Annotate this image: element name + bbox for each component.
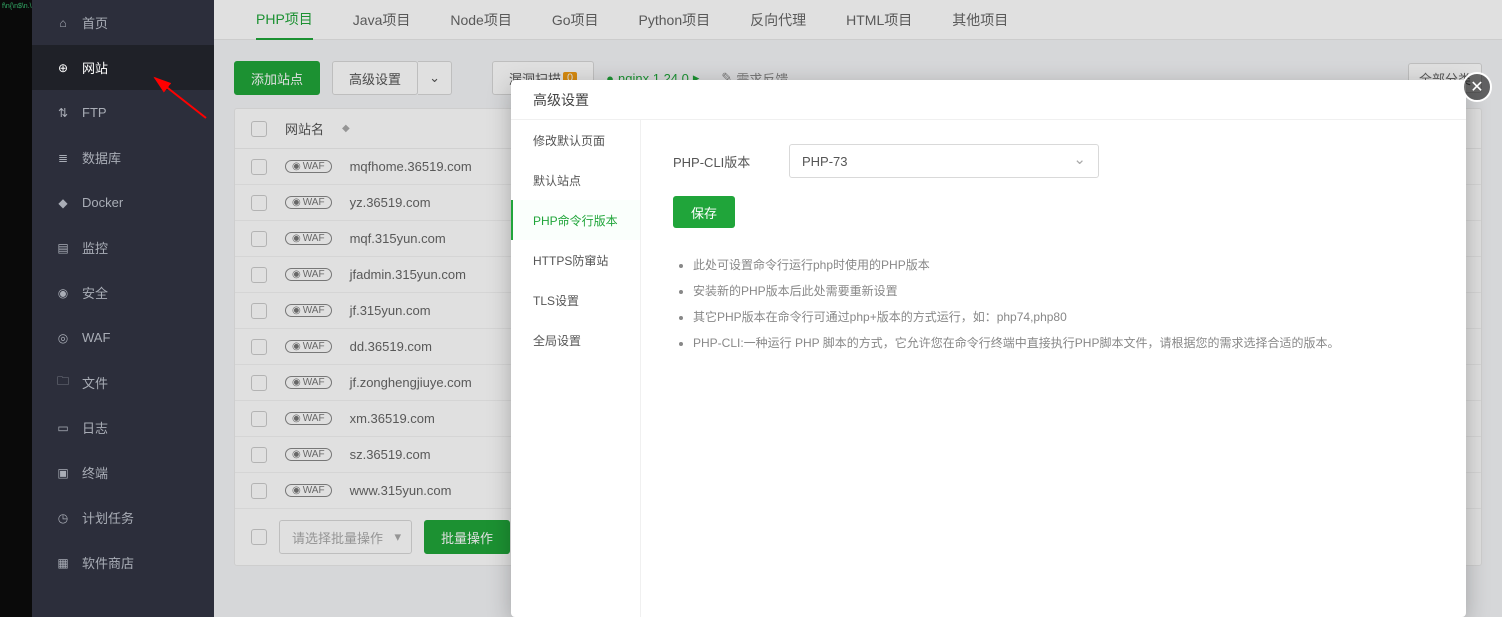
php-cli-select[interactable]: PHP-73 <box>789 144 1099 178</box>
sidebar-item-label: 文件 <box>82 373 108 392</box>
folder-icon: 🗀 <box>56 376 70 390</box>
sidebar-item-label: 终端 <box>82 463 108 482</box>
save-button[interactable]: 保存 <box>673 196 735 228</box>
shield-icon: ◉ <box>56 286 70 300</box>
sidebar-item-logs[interactable]: ▭ 日志 <box>32 405 214 450</box>
sidebar-item-home[interactable]: ⌂ 首页 <box>32 0 214 45</box>
sidebar-item-terminal[interactable]: ▣ 终端 <box>32 450 214 495</box>
sidebar-item-label: 计划任务 <box>82 508 134 527</box>
sidebar-item-website[interactable]: ⊕ 网站 <box>32 45 214 90</box>
terminal-icon: ▣ <box>56 466 70 480</box>
modal-nav: 修改默认页面 默认站点 PHP命令行版本 HTTPS防窜站 TLS设置 全局设置 <box>511 120 641 617</box>
sidebar-item-label: WAF <box>82 330 110 345</box>
sidebar-item-waf[interactable]: ◎ WAF <box>32 315 214 360</box>
sidebar-item-label: 首页 <box>82 13 108 32</box>
modal-title: 高级设置 <box>511 80 1466 120</box>
database-icon: ≣ <box>56 151 70 165</box>
mnav-global[interactable]: 全局设置 <box>511 320 640 360</box>
monitor-icon: ▤ <box>56 241 70 255</box>
php-cli-value: PHP-73 <box>802 154 848 169</box>
docker-icon: ◆ <box>56 196 70 210</box>
mnav-https[interactable]: HTTPS防窜站 <box>511 240 640 280</box>
help-item: PHP-CLI:一种运行 PHP 脚本的方式，它允许您在命令行终端中直接执行PH… <box>693 330 1434 356</box>
log-icon: ▭ <box>56 421 70 435</box>
help-item: 此处可设置命令行运行php时使用的PHP版本 <box>693 252 1434 278</box>
sidebar-item-files[interactable]: 🗀 文件 <box>32 360 214 405</box>
sidebar-item-security[interactable]: ◉ 安全 <box>32 270 214 315</box>
sidebar-item-database[interactable]: ≣ 数据库 <box>32 135 214 180</box>
close-icon: ✕ <box>1470 77 1483 97</box>
globe-icon: ⊕ <box>56 61 70 75</box>
php-cli-label: PHP-CLI版本 <box>673 152 773 171</box>
sidebar-item-label: 数据库 <box>82 148 121 167</box>
sidebar-item-label: 网站 <box>82 58 108 77</box>
mnav-php-cli[interactable]: PHP命令行版本 <box>511 200 640 240</box>
clock-icon: ◷ <box>56 511 70 525</box>
left-code-strip: f\n{\n$\n.\n}\n/\n*\nv\np <box>0 0 32 617</box>
mnav-tls[interactable]: TLS设置 <box>511 280 640 320</box>
help-item: 安装新的PHP版本后此处需要重新设置 <box>693 278 1434 304</box>
ftp-icon: ⇅ <box>56 106 70 120</box>
sidebar-item-label: 安全 <box>82 283 108 302</box>
home-icon: ⌂ <box>56 16 70 30</box>
sidebar-item-label: 日志 <box>82 418 108 437</box>
help-list: 此处可设置命令行运行php时使用的PHP版本 安装新的PHP版本后此处需要重新设… <box>673 252 1434 356</box>
modal-content: PHP-CLI版本 PHP-73 保存 此处可设置命令行运行php时使用的PHP… <box>641 120 1466 617</box>
help-item: 其它PHP版本在命令行可通过php+版本的方式运行，如：php74,php80 <box>693 304 1434 330</box>
sidebar-item-store[interactable]: ▦ 软件商店 <box>32 540 214 585</box>
waf-icon: ◎ <box>56 331 70 345</box>
grid-icon: ▦ <box>56 556 70 570</box>
close-button[interactable]: ✕ <box>1462 72 1492 102</box>
sidebar-item-ftp[interactable]: ⇅ FTP <box>32 90 214 135</box>
sidebar: ⌂ 首页 ⊕ 网站 ⇅ FTP ≣ 数据库 ◆ Docker ▤ 监控 ◉ 安全 ◎ WAF 🗀… <box>32 0 214 617</box>
mnav-default-site[interactable]: 默认站点 <box>511 160 640 200</box>
sidebar-item-docker[interactable]: ◆ Docker <box>32 180 214 225</box>
sidebar-item-monitor[interactable]: ▤ 监控 <box>32 225 214 270</box>
sidebar-item-cron[interactable]: ◷ 计划任务 <box>32 495 214 540</box>
sidebar-item-label: Docker <box>82 195 123 210</box>
mnav-default-page[interactable]: 修改默认页面 <box>511 120 640 160</box>
sidebar-item-label: 监控 <box>82 238 108 257</box>
sidebar-item-label: 软件商店 <box>82 553 134 572</box>
sidebar-item-label: FTP <box>82 105 107 120</box>
advanced-settings-modal: 高级设置 修改默认页面 默认站点 PHP命令行版本 HTTPS防窜站 TLS设置… <box>511 80 1466 617</box>
